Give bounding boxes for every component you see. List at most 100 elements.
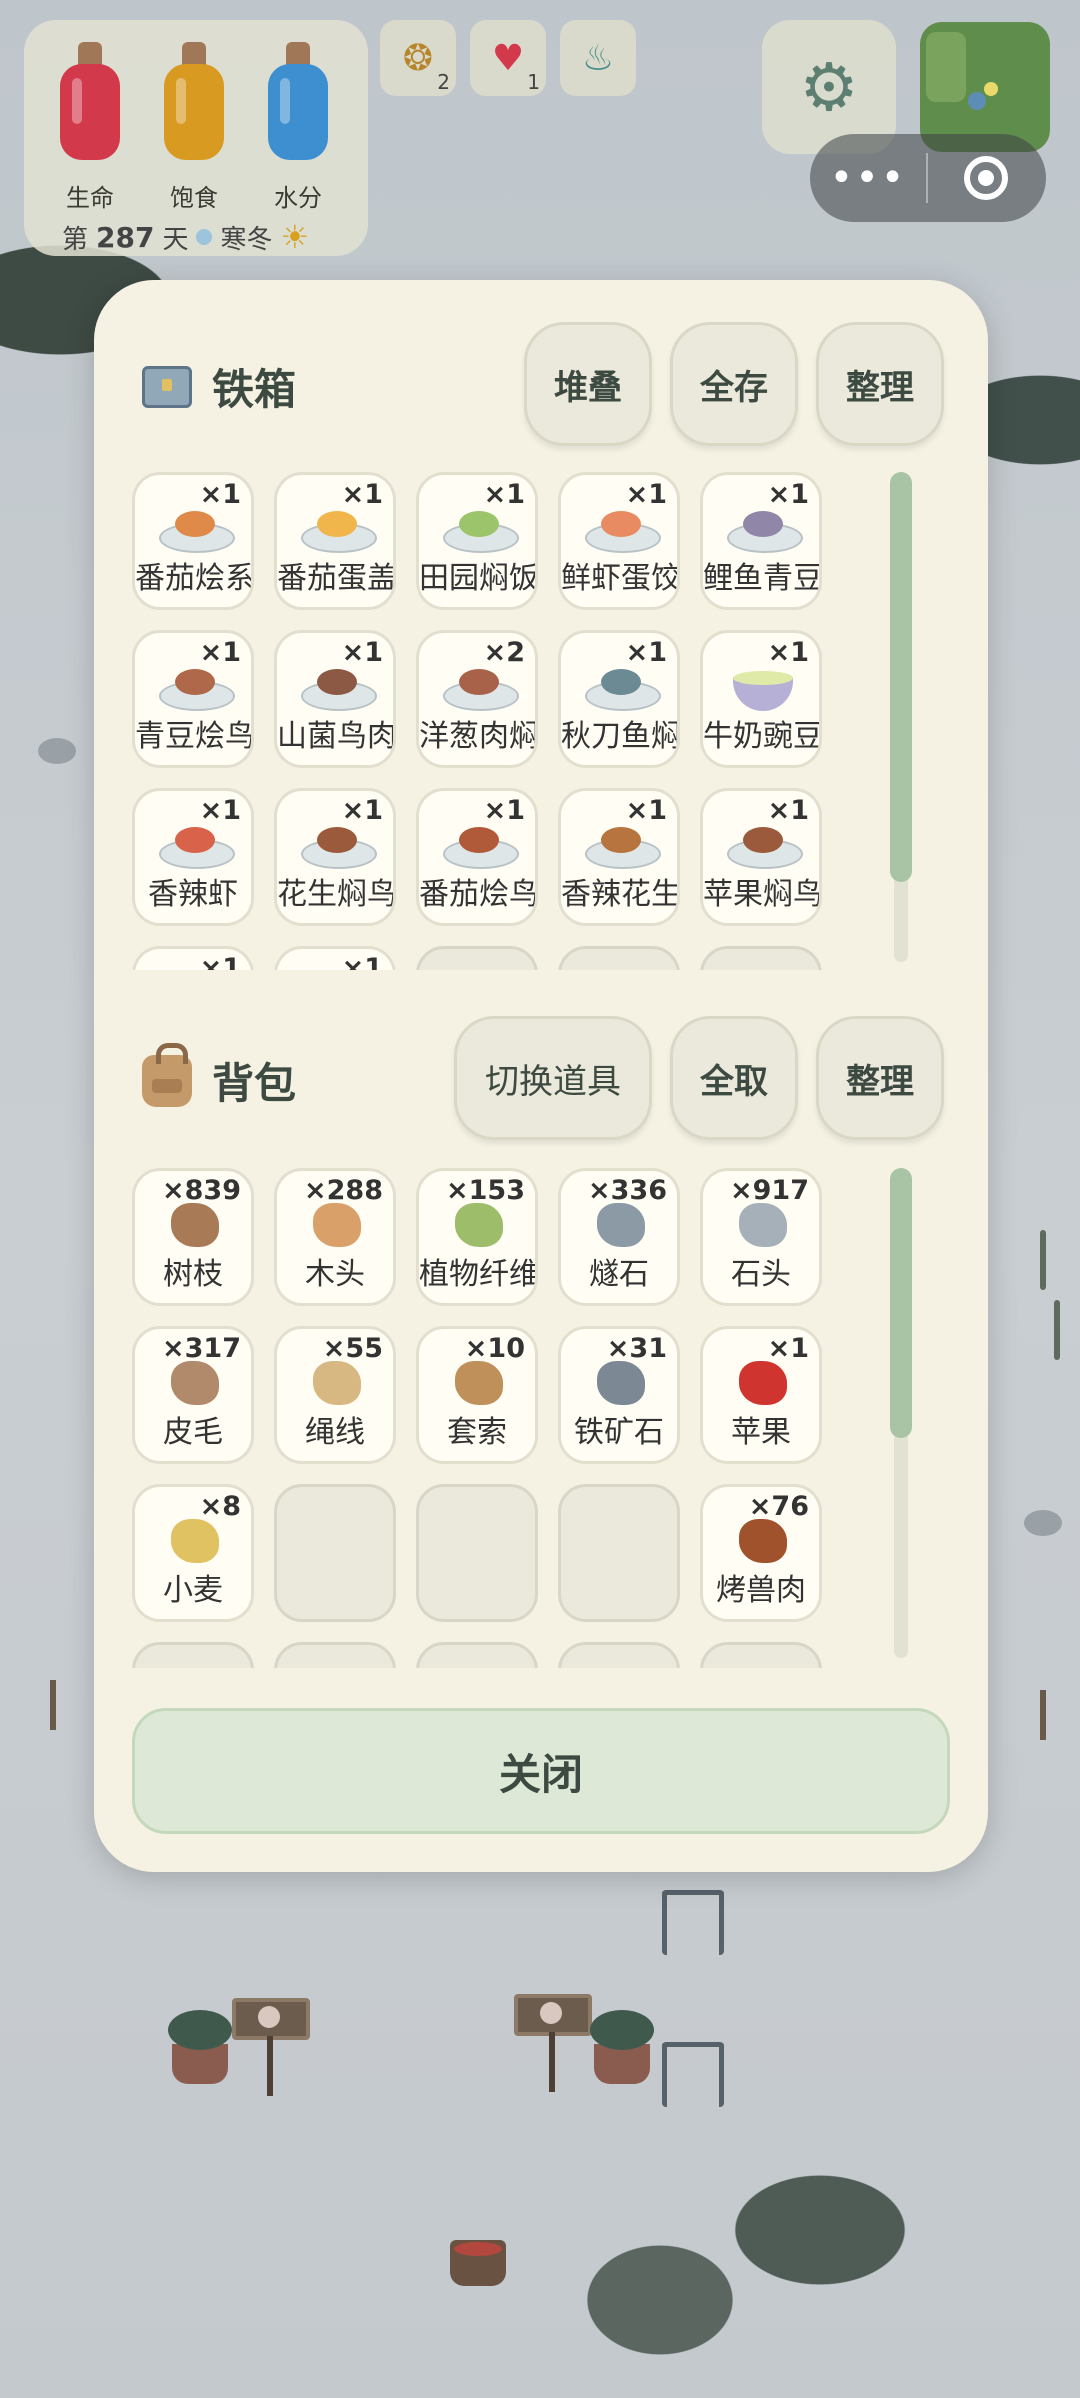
item-slot[interactable]: ×1 鲤鱼青豆 <box>700 472 822 610</box>
status-panel: 生命 饱食 水分 第 287 天 寒冬 ☀ <box>24 20 368 256</box>
empty-slot[interactable] <box>558 1484 680 1622</box>
item-slot[interactable]: ×1 田园焖饭 <box>416 472 538 610</box>
item-slot[interactable]: ×917 石头 <box>700 1168 822 1306</box>
chest-sort-button[interactable]: 整理 <box>816 322 944 446</box>
item-slot[interactable]: ×1 苹果 <box>700 1326 822 1464</box>
season-dot-icon <box>196 229 213 245</box>
gear-icon: ⚙ <box>799 48 859 126</box>
item-slot[interactable]: ×8 小麦 <box>132 1484 254 1622</box>
target-icon[interactable] <box>928 156 1044 200</box>
item-slot[interactable]: ×1 <box>274 946 396 970</box>
switch-items-button[interactable]: 切换道具 <box>454 1016 652 1140</box>
item-name: 苹果焖鸟 <box>703 877 819 912</box>
item-quantity: ×1 <box>625 795 667 826</box>
cooking-pot-button[interactable]: ♨ <box>560 20 636 96</box>
item-slot[interactable]: ×2 洋葱肉焖 <box>416 630 538 768</box>
chest-scroll-thumb[interactable] <box>890 472 912 882</box>
chair <box>662 2042 724 2107</box>
item-name: 山菌鸟肉 <box>277 719 393 754</box>
empty-slot[interactable] <box>416 1484 538 1622</box>
item-slot[interactable]: ×317 皮毛 <box>132 1326 254 1464</box>
item-quantity: ×55 <box>322 1333 383 1364</box>
item-slot[interactable]: ×1 苹果焖鸟 <box>700 788 822 926</box>
hunger-label: 饱食 <box>170 184 218 212</box>
stack-button-label: 堆叠 <box>554 367 622 408</box>
item-name: 秋刀鱼焖 <box>561 719 677 754</box>
item-name: 套索 <box>447 1415 507 1450</box>
empty-slot[interactable] <box>558 946 680 970</box>
item-slot[interactable]: ×1 青豆烩鸟 <box>132 630 254 768</box>
backpack-scroll-thumb[interactable] <box>890 1168 912 1438</box>
item-name: 植物纤维 <box>419 1257 535 1292</box>
item-slot[interactable]: ×55 绳线 <box>274 1326 396 1464</box>
store-all-button[interactable]: 全存 <box>670 322 798 446</box>
minimap[interactable] <box>920 22 1050 152</box>
item-slot[interactable]: ×76 烤兽肉 <box>700 1484 822 1622</box>
empty-slot[interactable] <box>274 1484 396 1622</box>
item-quantity: ×31 <box>606 1333 667 1364</box>
health-label: 生命 <box>66 184 114 212</box>
item-quantity: ×1 <box>199 795 241 826</box>
empty-slot[interactable] <box>700 1642 822 1668</box>
chest-scrollbar[interactable] <box>890 472 912 962</box>
item-name: 铁矿石 <box>574 1415 664 1450</box>
item-quantity: ×1 <box>341 479 383 510</box>
beehive-button[interactable]: ❂ 2 <box>380 20 456 96</box>
chest-header: 铁箱 <box>142 356 296 417</box>
item-slot[interactable]: ×336 燧石 <box>558 1168 680 1306</box>
sun-icon: ☀ <box>280 218 310 256</box>
item-quantity: ×153 <box>446 1175 525 1206</box>
close-button[interactable]: 关闭 <box>132 1708 950 1834</box>
item-slot[interactable]: ×288 木头 <box>274 1168 396 1306</box>
empty-slot[interactable] <box>132 1642 254 1668</box>
item-slot[interactable]: ×1 牛奶豌豆 <box>700 630 822 768</box>
item-slot[interactable]: ×1 秋刀鱼焖 <box>558 630 680 768</box>
item-name: 番茄烩鸟 <box>419 877 535 912</box>
day-suffix: 天 <box>162 224 189 255</box>
empty-slot[interactable] <box>700 946 822 970</box>
backpack-sort-button[interactable]: 整理 <box>816 1016 944 1140</box>
item-slot[interactable]: ×1 番茄烩鸟 <box>416 788 538 926</box>
backpack-title: 背包 <box>212 1059 297 1108</box>
berry-basket <box>450 2240 506 2286</box>
item-name: 牛奶豌豆 <box>703 719 819 754</box>
thirst-label: 水分 <box>274 184 322 212</box>
item-slot[interactable]: ×1 香辣虾 <box>132 788 254 926</box>
item-name: 田园焖饭 <box>419 561 535 596</box>
backpack-item-grid: ×839 树枝 ×288 木头 ×153 植物纤维 ×336 燧石 ×917 石头 ×317 皮毛 ×5… <box>132 1168 832 1668</box>
item-name: 石头 <box>731 1257 791 1292</box>
item-quantity: ×2 <box>483 637 525 668</box>
item-quantity: ×1 <box>199 479 241 510</box>
item-slot[interactable]: ×1 花生焖鸟 <box>274 788 396 926</box>
item-slot[interactable]: ×153 植物纤维 <box>416 1168 538 1306</box>
item-quantity: ×10 <box>464 1333 525 1364</box>
item-quantity: ×1 <box>767 637 809 668</box>
season-label: 寒冬 <box>220 224 273 255</box>
item-name: 番茄蛋盖 <box>277 561 393 596</box>
empty-slot[interactable] <box>416 946 538 970</box>
stack-button[interactable]: 堆叠 <box>524 322 652 446</box>
empty-slot[interactable] <box>558 1642 680 1668</box>
item-slot[interactable]: ×10 套索 <box>416 1326 538 1464</box>
item-quantity: ×1 <box>625 479 667 510</box>
backpack-scrollbar[interactable] <box>890 1168 912 1658</box>
item-slot[interactable]: ×1 <box>132 946 254 970</box>
empty-slot[interactable] <box>416 1642 538 1668</box>
item-slot[interactable]: ×1 番茄烩系 <box>132 472 254 610</box>
take-all-button-label: 全取 <box>700 1061 768 1102</box>
empty-slot[interactable] <box>274 1642 396 1668</box>
item-slot[interactable]: ×31 铁矿石 <box>558 1326 680 1464</box>
day-number: 287 <box>96 220 155 254</box>
item-slot[interactable]: ×1 鲜虾蛋饺 <box>558 472 680 610</box>
hunger-bottle <box>164 42 224 160</box>
item-quantity: ×336 <box>588 1175 667 1206</box>
item-slot[interactable]: ×839 树枝 <box>132 1168 254 1306</box>
item-slot[interactable]: ×1 番茄蛋盖 <box>274 472 396 610</box>
item-slot[interactable]: ×1 山菌鸟肉 <box>274 630 396 768</box>
item-quantity: ×1 <box>483 479 525 510</box>
take-all-button[interactable]: 全取 <box>670 1016 798 1140</box>
health-buff-button[interactable]: ♥ 1 <box>470 20 546 96</box>
backpack-header: 背包 <box>142 1042 297 1111</box>
more-dots-icon[interactable]: ••• <box>810 155 926 201</box>
item-slot[interactable]: ×1 香辣花生 <box>558 788 680 926</box>
